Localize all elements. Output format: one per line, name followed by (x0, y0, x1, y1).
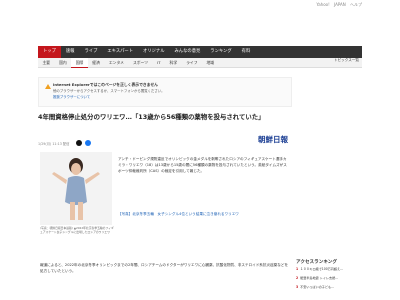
tab-life[interactable]: ライフ (182, 58, 202, 67)
tab-opinions[interactable]: みんなの意見 (170, 46, 206, 58)
topics-list-link[interactable]: トピックス一覧 (334, 58, 362, 67)
tab-sports[interactable]: スポーツ (128, 58, 152, 67)
tab-domestic[interactable]: 国内 (55, 58, 72, 67)
top-link-yahoo[interactable]: Yahoo! (316, 2, 329, 7)
sidebar-ad[interactable] (296, 73, 362, 268)
tab-top[interactable]: トップ (38, 46, 61, 58)
tab-expert[interactable]: エキスパート (102, 46, 138, 58)
top-link-help[interactable]: ヘルプ (350, 2, 362, 7)
tab-entertainment[interactable]: エンタメ (104, 58, 128, 67)
tab-it[interactable]: IT (153, 58, 165, 67)
ranking-item[interactable]: 1 １００キロ級で100万円超え… (296, 267, 366, 271)
tab-science[interactable]: 科学 (165, 58, 182, 67)
tab-paid[interactable]: 有料 (237, 46, 256, 58)
ranking-title: アクセスランキング (296, 260, 337, 265)
article-meta: 1/29(月) 11:13 配信 (38, 142, 70, 146)
ie-warning-notice: Internet Explorerではこのページを正しく表示できません 他のブラ… (38, 77, 292, 107)
tab-local[interactable]: 地域 (202, 58, 219, 67)
tab-breaking[interactable]: 速報 (61, 46, 80, 58)
ranking-item[interactable]: 3 不安いっぱいの子ども… (296, 285, 366, 289)
warning-icon (45, 84, 51, 89)
primary-nav: トップ 速報 ライブ エキスパート オリジナル みんなの意見 ランキング 有料 (38, 46, 362, 58)
recommended-browser-link[interactable]: 推奨ブラウザーについて (53, 94, 90, 99)
secondary-nav: 主要 国内 国際 経済 エンタメ スポーツ IT 科学 ライフ 地域 トピックス… (38, 58, 362, 68)
skater-image (40, 152, 112, 225)
article-headline: 4年間資格停止処分のワリエワ…「13歳から56種類の薬物を投与されていた」 (38, 113, 265, 121)
ranking-item[interactable]: 2 能登半島地震 トイレ支援… (296, 276, 366, 280)
photo-caption: (写真：朝鮮日報日本語版) ▲2022年北京冬季五輪のフィギュアスケート女子シン… (40, 226, 114, 234)
article-body: 報道によると、2022年の北京冬季オリンピックまでの2年間、ロシアチームのドクタ… (40, 263, 289, 273)
top-bar: Yahoo! JAPAN ヘルプ (0, 0, 400, 20)
article-photo[interactable] (40, 152, 112, 225)
tab-international[interactable]: 国際 (71, 58, 88, 68)
top-link-japan[interactable]: JAPAN (334, 2, 346, 7)
tab-live[interactable]: ライブ (79, 46, 102, 58)
tab-ranking[interactable]: ランキング (205, 46, 236, 58)
tab-original[interactable]: オリジナル (138, 46, 169, 58)
tab-economy[interactable]: 経済 (88, 58, 105, 67)
article-intro: アンチ・ドーピング規則違反でオリンピックの金メダルを剥奪されたロシアのフィギュア… (118, 157, 287, 173)
top-links: Yahoo! JAPAN ヘルプ (313, 2, 362, 8)
source-logo[interactable]: 朝鮮日報 (258, 134, 288, 145)
x-share-icon[interactable] (76, 140, 82, 146)
tab-main[interactable]: 主要 (38, 58, 55, 67)
related-photo-link[interactable]: 【写真】北京冬季五輪 女子シングル4位という結果に泣き崩れるワリエワ (118, 211, 288, 217)
facebook-share-icon[interactable] (85, 140, 91, 146)
notice-text: 他のブラウザーからアクセスするか、スマートフォンから閲覧ください。 (53, 89, 165, 93)
